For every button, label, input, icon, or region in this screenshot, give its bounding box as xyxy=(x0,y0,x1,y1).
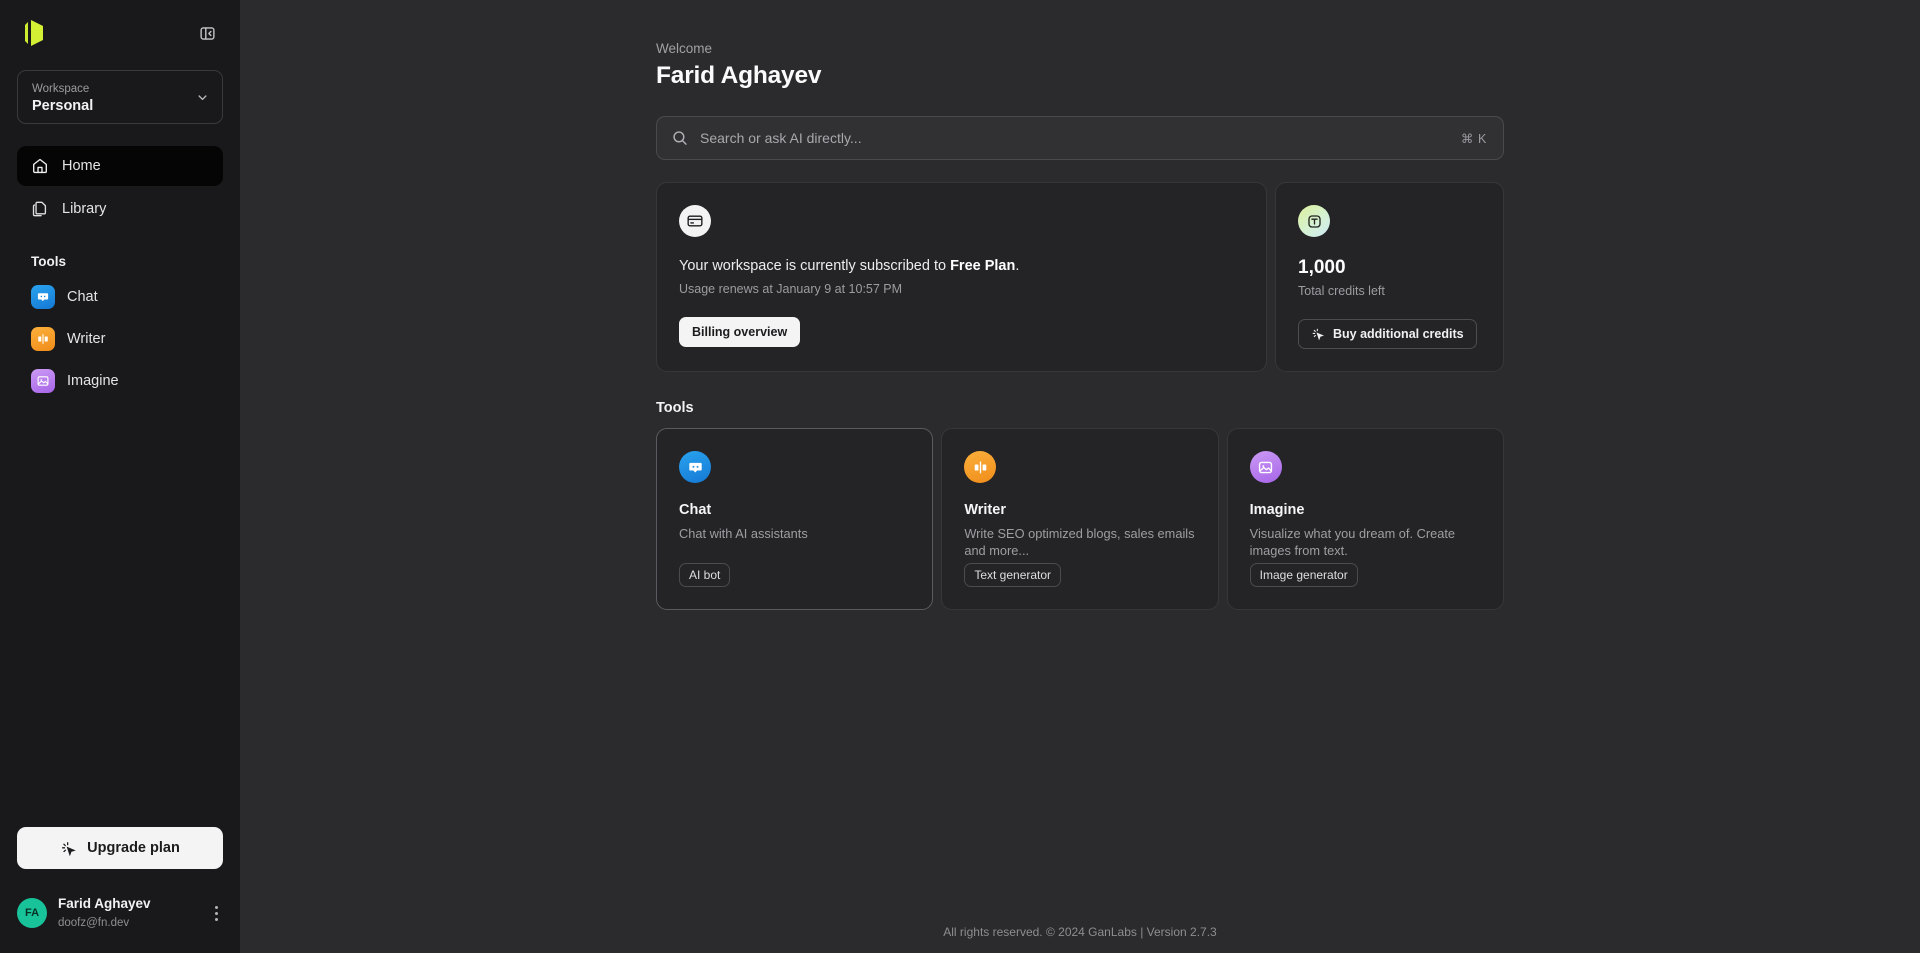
sidebar-item-library[interactable]: Library xyxy=(17,189,223,229)
plan-statement: Your workspace is currently subscribed t… xyxy=(679,256,1244,276)
workspace-value: Personal xyxy=(32,98,94,114)
tool-card-desc-chat: Chat with AI assistants xyxy=(679,526,808,541)
page-title: Farid Aghayev xyxy=(656,62,822,89)
upgrade-wrap: Upgrade plan xyxy=(0,827,240,885)
search-shortcut: ⌘ K xyxy=(1460,131,1487,146)
search-placeholder: Search or ask AI directly... xyxy=(700,130,862,146)
home-icon xyxy=(31,157,49,175)
user-name: Farid Aghayev xyxy=(58,896,151,911)
tool-card-desc-writer: Write SEO optimized blogs, sales emails … xyxy=(964,526,1195,558)
plan-text-suffix: . xyxy=(1015,258,1020,274)
panel-collapse-icon[interactable] xyxy=(194,20,220,46)
tool-card-tag-chat: AI bot xyxy=(679,563,731,587)
tool-card-desc-imagine: Visualize what you dream of. Create imag… xyxy=(1249,526,1455,558)
sparkle-cursor-icon xyxy=(60,840,77,857)
buy-credits-button[interactable]: Buy additional credits xyxy=(1298,319,1477,349)
sidebar-item-label-home: Home xyxy=(62,158,101,174)
tools-section-heading: Tools xyxy=(656,400,694,416)
tool-cards-row: Chat Chat with AI assistants AI bot Writ… xyxy=(656,428,1504,610)
sidebar-tool-writer[interactable]: Writer xyxy=(17,319,223,359)
tool-card-footer: AI bot xyxy=(679,563,910,587)
sidebar-tool-label-writer: Writer xyxy=(67,331,106,347)
workspace-label: Workspace xyxy=(32,83,90,95)
sparkle-cursor-icon xyxy=(1311,327,1325,341)
tool-card-title-imagine: Imagine xyxy=(1249,502,1305,518)
token-icon xyxy=(1298,205,1330,237)
imagine-icon xyxy=(1249,451,1282,483)
footer-text: All rights reserved. © 2024 GanLabs | Ve… xyxy=(943,925,1217,939)
tool-card-title-chat: Chat xyxy=(679,502,712,518)
app-root: Workspace Personal Home Library Tools Ch… xyxy=(0,0,1920,953)
tool-card-footer: Image generator xyxy=(1249,563,1481,587)
sidebar-item-label-library: Library xyxy=(62,201,107,217)
sidebar-tool-chat[interactable]: Chat xyxy=(17,277,223,317)
ganlabs-logo-icon xyxy=(17,17,47,49)
tool-card-tag-imagine: Image generator xyxy=(1249,563,1358,587)
buy-credits-label: Buy additional credits xyxy=(1333,327,1464,341)
sidebar-header xyxy=(0,0,240,66)
credits-caption: Total credits left xyxy=(1298,284,1385,298)
tool-card-title-writer: Writer xyxy=(964,502,1006,518)
main-area: Welcome Farid Aghayev Search or ask AI d… xyxy=(240,0,1920,953)
library-icon xyxy=(31,200,49,218)
tool-card-tag-writer: Text generator xyxy=(964,563,1062,587)
sidebar-nav: Home Library xyxy=(0,124,240,232)
workspace-selector-wrap: Workspace Personal xyxy=(0,66,240,124)
writer-icon xyxy=(31,327,55,351)
tool-card-chat[interactable]: Chat Chat with AI assistants AI bot xyxy=(656,428,934,610)
user-email: doofz@fn.dev xyxy=(58,917,130,929)
imagine-icon xyxy=(31,369,55,393)
upgrade-plan-label: Upgrade plan xyxy=(87,840,180,856)
user-account-row[interactable]: FA Farid Aghayev doofz@fn.dev xyxy=(0,885,240,941)
content-column: Welcome Farid Aghayev Search or ask AI d… xyxy=(656,0,1504,610)
sidebar-tool-label-imagine: Imagine xyxy=(67,373,119,389)
tool-card-writer[interactable]: Writer Write SEO optimized blogs, sales … xyxy=(941,428,1219,610)
plan-text-prefix: Your workspace is currently subscribed t… xyxy=(679,258,951,274)
plan-name: Free Plan xyxy=(950,258,1016,274)
writer-icon xyxy=(964,451,997,483)
tool-card-imagine[interactable]: Imagine Visualize what you dream of. Cre… xyxy=(1226,428,1504,610)
user-meta: Farid Aghayev doofz@fn.dev xyxy=(58,895,197,931)
credits-card: 1,000 Total credits left Buy additional … xyxy=(1275,182,1504,372)
chevron-down-icon xyxy=(195,90,210,105)
welcome-label: Welcome xyxy=(656,41,713,56)
sidebar-item-home[interactable]: Home xyxy=(17,146,223,186)
upgrade-plan-button[interactable]: Upgrade plan xyxy=(17,827,223,869)
credits-amount: 1,000 xyxy=(1298,257,1346,278)
plan-card: Your workspace is currently subscribed t… xyxy=(656,182,1267,372)
kebab-menu-icon[interactable] xyxy=(208,900,226,926)
billing-overview-button[interactable]: Billing overview xyxy=(679,317,801,347)
sidebar-tools-heading: Tools xyxy=(31,254,66,269)
summary-cards-row: Your workspace is currently subscribed t… xyxy=(656,182,1504,372)
chat-icon xyxy=(31,285,55,309)
sidebar-tool-label-chat: Chat xyxy=(67,289,98,305)
sidebar: Workspace Personal Home Library Tools Ch… xyxy=(0,0,240,953)
search-icon xyxy=(671,129,689,147)
plan-renew-text: Usage renews at January 9 at 10:57 PM xyxy=(679,282,903,296)
chat-icon xyxy=(679,451,711,483)
sidebar-tool-imagine[interactable]: Imagine xyxy=(17,361,223,401)
credit-card-icon xyxy=(679,205,711,237)
tool-card-footer: Text generator xyxy=(964,563,1195,587)
workspace-selector[interactable]: Workspace Personal xyxy=(17,70,223,124)
avatar: FA xyxy=(17,898,47,928)
search-input[interactable]: Search or ask AI directly... ⌘ K xyxy=(656,116,1504,160)
